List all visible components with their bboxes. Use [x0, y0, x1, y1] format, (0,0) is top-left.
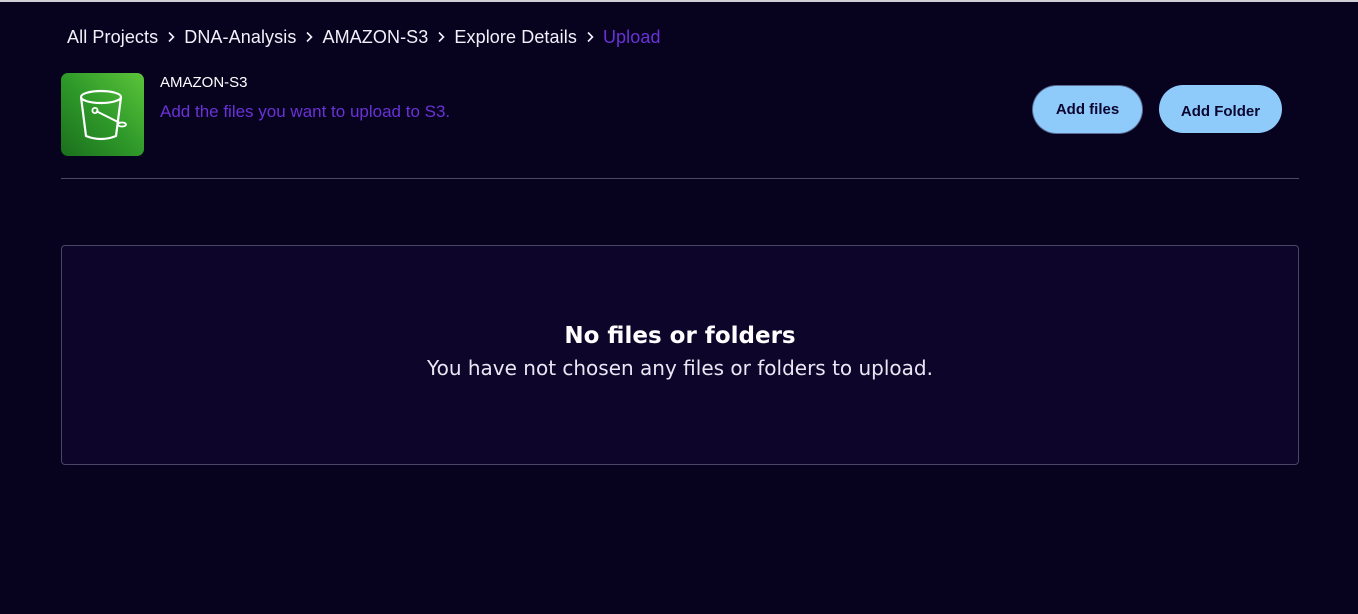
chevron-right-icon	[296, 31, 322, 43]
chevron-right-icon	[577, 31, 603, 43]
breadcrumb-all-projects[interactable]: All Projects	[67, 27, 158, 48]
top-border	[0, 0, 1358, 2]
header-divider	[61, 178, 1299, 179]
breadcrumb-amazon-s3[interactable]: AMAZON-S3	[322, 27, 428, 48]
empty-state-title: No files or folders	[564, 323, 796, 349]
page-header: AMAZON-S3 Add the files you want to uplo…	[61, 73, 1299, 157]
s3-bucket-icon	[61, 73, 144, 156]
chevron-right-icon	[158, 31, 184, 43]
empty-state-message: You have not chosen any files or folders…	[427, 356, 933, 380]
service-subtitle: Add the files you want to upload to S3.	[160, 102, 451, 121]
upload-dropzone[interactable]: No files or folders You have not chosen …	[61, 245, 1299, 465]
service-title: AMAZON-S3	[160, 74, 248, 91]
add-folder-button[interactable]: Add Folder	[1159, 85, 1282, 133]
breadcrumb: All Projects DNA-Analysis AMAZON-S3 Expl…	[67, 26, 661, 48]
chevron-right-icon	[428, 31, 454, 43]
breadcrumb-dna-analysis[interactable]: DNA-Analysis	[184, 27, 296, 48]
breadcrumb-explore-details[interactable]: Explore Details	[454, 27, 577, 48]
breadcrumb-upload: Upload	[602, 26, 661, 47]
add-files-button[interactable]: Add files	[1033, 86, 1142, 133]
